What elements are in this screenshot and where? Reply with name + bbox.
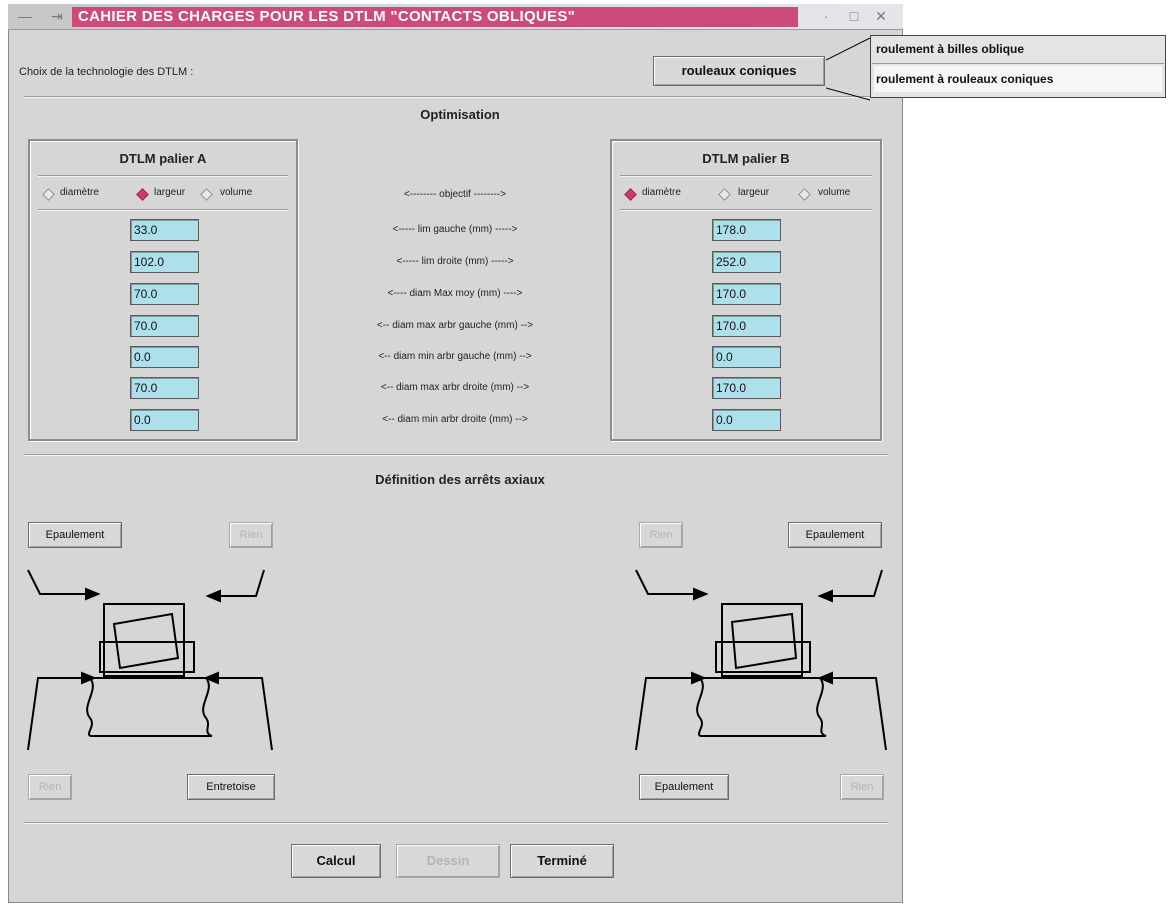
label-diam-max-arbr-gauche: <-- diam max arbr gauche (mm) --> bbox=[376, 320, 534, 331]
popup-pointer-lines bbox=[826, 38, 871, 101]
palier-b-bottom-right-stop-button[interactable]: Rien bbox=[840, 774, 884, 800]
palier-a-top-right-stop-button[interactable]: Rien bbox=[229, 522, 273, 548]
palier-a-diam-min-arbr-gauche-input[interactable]: 0.0 bbox=[130, 346, 199, 368]
palier-a-lim-droite-input[interactable]: 102.0 bbox=[130, 251, 199, 273]
label-diam-min-arbr-droite: <-- diam min arbr droite (mm) --> bbox=[382, 414, 528, 425]
palier-b-diam-min-arbr-droite-input[interactable]: 0.0 bbox=[712, 409, 781, 431]
label-objectif: <-------- objectif --------> bbox=[403, 189, 507, 200]
palier-a-radio-diametre-label: diamètre bbox=[60, 187, 99, 198]
palier-a-diam-min-arbr-droite-input[interactable]: 0.0 bbox=[130, 409, 199, 431]
palier-b-radio-largeur-label: largeur bbox=[738, 187, 770, 198]
section-title-optimisation: Optimisation bbox=[420, 107, 500, 122]
close-icon[interactable]: ✕ bbox=[871, 6, 891, 26]
palier-a-diam-max-arbr-gauche-input[interactable]: 70.0 bbox=[130, 315, 199, 337]
menu-item-billes-oblique[interactable]: roulement à billes oblique bbox=[874, 36, 1162, 62]
separator-top bbox=[24, 96, 888, 98]
techno-select-button[interactable]: rouleaux coniques bbox=[653, 56, 825, 86]
label-lim-gauche: <----- lim gauche (mm) -----> bbox=[392, 224, 518, 235]
palier-b-diam-min-arbr-gauche-input[interactable]: 0.0 bbox=[712, 346, 781, 368]
palier-b-lim-droite-input[interactable]: 252.0 bbox=[712, 251, 781, 273]
minimize-icon[interactable]: · bbox=[816, 6, 836, 26]
label-lim-droite: <----- lim droite (mm) -----> bbox=[396, 256, 514, 267]
palier-b-bearing-diagram bbox=[635, 569, 887, 751]
palier-a-title-separator bbox=[38, 175, 288, 177]
palier-b-diam-max-moy-input[interactable]: 170.0 bbox=[712, 283, 781, 305]
window-menu-icon[interactable]: — bbox=[14, 6, 36, 26]
palier-b-top-right-stop-button[interactable]: Epaulement bbox=[788, 522, 882, 548]
palier-a-top-left-stop-button[interactable]: Epaulement bbox=[28, 522, 122, 548]
palier-a-radio-volume-label: volume bbox=[220, 187, 253, 198]
techno-label: Choix de la technologie des DTLM : bbox=[19, 66, 194, 78]
label-diam-max-moy: <---- diam Max moy (mm) ----> bbox=[387, 288, 523, 299]
palier-a-radio-separator bbox=[38, 209, 288, 211]
palier-b-top-left-stop-button[interactable]: Rien bbox=[639, 522, 683, 548]
palier-b-title: DTLM palier B bbox=[702, 151, 790, 166]
palier-b-diam-max-arbr-droite-input[interactable]: 170.0 bbox=[712, 377, 781, 399]
palier-b-bottom-left-stop-button[interactable]: Epaulement bbox=[639, 774, 729, 800]
palier-b-radio-volume-label: volume bbox=[818, 187, 851, 198]
palier-a-diam-max-moy-input[interactable]: 70.0 bbox=[130, 283, 199, 305]
maximize-icon[interactable]: □ bbox=[844, 6, 864, 26]
palier-b-radio-diametre-label: diamètre bbox=[642, 187, 681, 198]
pin-icon[interactable]: ⇥ bbox=[46, 6, 68, 26]
label-diam-min-arbr-gauche: <-- diam min arbr gauche (mm) --> bbox=[378, 351, 532, 362]
window-title: CAHIER DES CHARGES POUR LES DTLM "CONTAC… bbox=[72, 7, 798, 27]
separator-middle bbox=[24, 454, 888, 456]
separator-bottom bbox=[24, 822, 888, 824]
label-diam-max-arbr-droite: <-- diam max arbr droite (mm) --> bbox=[380, 382, 530, 393]
termine-button[interactable]: Terminé bbox=[510, 844, 614, 878]
palier-a-radio-largeur-label: largeur bbox=[154, 187, 186, 198]
palier-b-radio-separator bbox=[620, 209, 872, 211]
palier-a-title: DTLM palier A bbox=[119, 151, 207, 166]
palier-a-bottom-left-stop-button[interactable]: Rien bbox=[28, 774, 72, 800]
palier-b-diam-max-arbr-gauche-input[interactable]: 170.0 bbox=[712, 315, 781, 337]
section-title-arrets: Définition des arrêts axiaux bbox=[375, 472, 545, 487]
palier-a-lim-gauche-input[interactable]: 33.0 bbox=[130, 219, 199, 241]
popup-divider bbox=[872, 63, 1164, 64]
palier-a-diam-max-arbr-droite-input[interactable]: 70.0 bbox=[130, 377, 199, 399]
palier-b-lim-gauche-input[interactable]: 178.0 bbox=[712, 219, 781, 241]
calcul-button[interactable]: Calcul bbox=[291, 844, 381, 878]
palier-a-bottom-right-stop-button[interactable]: Entretoise bbox=[187, 774, 275, 800]
dessin-button[interactable]: Dessin bbox=[396, 844, 500, 878]
palier-a-bearing-diagram bbox=[27, 569, 273, 751]
menu-item-rouleaux-coniques[interactable]: roulement à rouleaux coniques bbox=[874, 66, 1162, 92]
palier-b-title-separator bbox=[620, 175, 872, 177]
